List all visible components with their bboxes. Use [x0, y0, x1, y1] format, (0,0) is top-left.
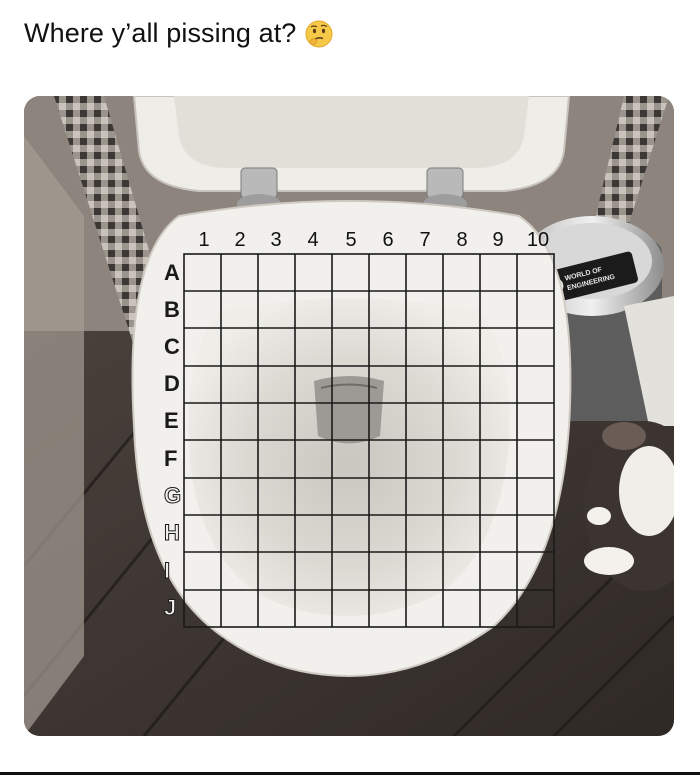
- row-label: A: [164, 260, 180, 285]
- col-label: 10: [527, 229, 549, 251]
- col-label: 5: [345, 229, 356, 251]
- row-label: E: [164, 408, 179, 433]
- row-label: D: [164, 371, 180, 396]
- toilet-lid-inner: [174, 96, 529, 168]
- toilet-photo: WORLD OF ENGINEERING 1 2 3 4 5 6 7 8 9 1…: [24, 96, 674, 736]
- bowl-water: [314, 376, 384, 444]
- col-label: 2: [234, 229, 245, 251]
- col-label: 3: [270, 229, 281, 251]
- col-label: 9: [492, 229, 503, 251]
- caption-text: Where y’all pissing at?: [24, 18, 297, 48]
- row-label: J: [164, 595, 176, 620]
- hinge-left: [240, 167, 278, 199]
- toilet-bowl: [188, 298, 510, 616]
- row-label: B: [164, 297, 180, 322]
- row-label: C: [164, 334, 180, 359]
- col-label: 4: [307, 229, 318, 251]
- left-panel: [24, 136, 84, 736]
- post-caption: Where y’all pissing at?: [24, 18, 334, 49]
- row-label: I: [164, 558, 170, 583]
- toilet-scene: WORLD OF ENGINEERING 1 2 3 4 5 6 7 8 9 1…: [24, 96, 674, 736]
- row-label: G: [164, 483, 181, 508]
- col-label: 8: [456, 229, 467, 251]
- col-label: 1: [198, 229, 209, 251]
- col-label: 7: [419, 229, 430, 251]
- row-label: H: [164, 520, 180, 545]
- row-label: F: [164, 446, 177, 471]
- thinking-face-icon: [305, 20, 333, 47]
- col-label: 6: [382, 229, 393, 251]
- hinge-right: [426, 167, 464, 199]
